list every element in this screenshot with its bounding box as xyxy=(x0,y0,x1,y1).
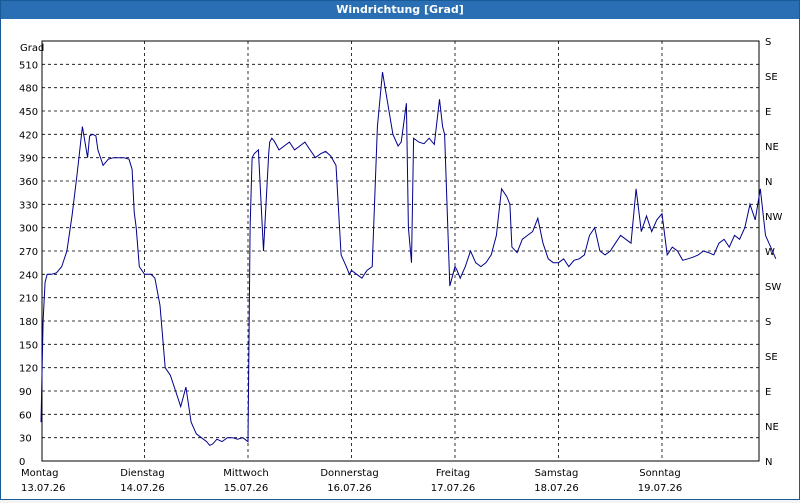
wind-direction-chart: Grad 0 30 60 90 120 150 180 210 240 270 300 330 360 3… xyxy=(19,37,782,494)
y-tick-label: 360 xyxy=(19,177,38,188)
x-tick-day: Mittwoch xyxy=(223,468,268,479)
wind-direction-line xyxy=(40,72,777,447)
x-tick-date: 13.07.26 xyxy=(21,483,66,494)
y-tick-label: 60 xyxy=(19,410,32,421)
x-tick-day: Samstag xyxy=(535,468,579,479)
y-tick-label: 300 xyxy=(19,224,38,235)
right-axis-label: NE xyxy=(765,422,779,433)
x-tick-date: 17.07.26 xyxy=(431,483,476,494)
x-tick-date: 19.07.26 xyxy=(638,483,683,494)
x-tick-date: 15.07.26 xyxy=(224,483,269,494)
right-axis-label: N xyxy=(765,177,772,188)
x-tick-day: Donnerstag xyxy=(320,468,378,479)
y-tick-label: 150 xyxy=(19,340,38,351)
y-axis-title: Grad xyxy=(20,43,44,54)
right-axis-label: S xyxy=(765,37,771,48)
y-tick-label: 510 xyxy=(19,60,38,71)
right-axis-label: SE xyxy=(765,352,778,363)
y-tick-label: 420 xyxy=(19,130,38,141)
chart-area: Grad 0 30 60 90 120 150 180 210 240 270 300 330 360 3… xyxy=(1,20,799,499)
right-axis-label: N xyxy=(765,457,772,468)
window-title: Windrichtung [Grad] xyxy=(1,1,799,19)
x-tick-date: 16.07.26 xyxy=(327,483,372,494)
right-axis-label: E xyxy=(765,107,771,118)
right-axis-label: E xyxy=(765,387,771,398)
y-tick-label: 0 xyxy=(19,457,25,468)
y-tick-label: 270 xyxy=(19,247,38,258)
y-tick-label: 180 xyxy=(19,317,38,328)
x-tick-day: Sonntag xyxy=(639,468,681,479)
x-tick-day: Montag xyxy=(21,468,58,479)
y-tick-label: 240 xyxy=(19,270,38,281)
y-tick-label: 90 xyxy=(19,387,32,398)
chart-window: Windrichtung [Grad] Grad 0 30 60 90 120 150 18… xyxy=(0,0,800,500)
x-tick-day: Freitag xyxy=(436,468,470,479)
right-axis-label: S xyxy=(765,317,771,328)
y-tick-label: 120 xyxy=(19,364,38,375)
x-tick-day: Dienstag xyxy=(120,468,165,479)
right-axis-label: SE xyxy=(765,72,778,83)
right-axis-label: NE xyxy=(765,142,779,153)
plot-frame xyxy=(41,40,760,462)
y-tick-label: 330 xyxy=(19,200,38,211)
right-axis-label: SW xyxy=(765,282,781,293)
x-tick-date: 14.07.26 xyxy=(120,483,165,494)
x-tick-date: 18.07.26 xyxy=(534,483,579,494)
y-tick-label: 480 xyxy=(19,84,38,95)
y-tick-label: 210 xyxy=(19,294,38,305)
y-tick-label: 390 xyxy=(19,154,38,165)
y-tick-label: 450 xyxy=(19,107,38,118)
y-tick-label: 30 xyxy=(19,434,32,445)
right-axis-label: NW xyxy=(765,212,782,223)
